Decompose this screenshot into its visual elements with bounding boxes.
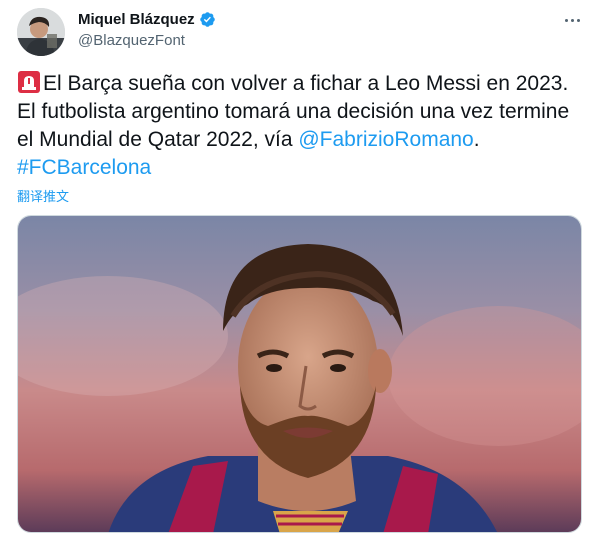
tweet-text: El Barça sueña con volver a fichar a Leo…	[17, 70, 577, 182]
author-name-row[interactable]: Miquel Blázquez	[78, 11, 216, 28]
mention-link[interactable]: @FabrizioRomano	[298, 128, 473, 151]
display-name[interactable]: Miquel Blázquez	[78, 11, 195, 28]
tweet-text-part2: .	[473, 128, 480, 151]
verified-badge-icon	[199, 12, 215, 27]
tweet-photo[interactable]	[17, 215, 582, 533]
tweet-card[interactable]: Miquel Blázquez @BlazquezFont El Barça s…	[0, 0, 589, 543]
profile-photo-icon	[17, 8, 65, 56]
author-handle[interactable]: @BlazquezFont	[78, 32, 185, 49]
portrait-photo	[18, 216, 581, 532]
rotating-light-emoji-icon	[18, 71, 40, 93]
tweet-text-part1: El Barça sueña con volver a fichar a Leo…	[17, 72, 570, 151]
translate-tweet-link[interactable]: 翻译推文	[17, 186, 69, 205]
more-horizontal-icon	[564, 18, 568, 22]
hashtag-link[interactable]: #FCBarcelona	[17, 156, 151, 179]
avatar[interactable]	[17, 8, 65, 56]
more-options-button[interactable]	[560, 8, 584, 32]
